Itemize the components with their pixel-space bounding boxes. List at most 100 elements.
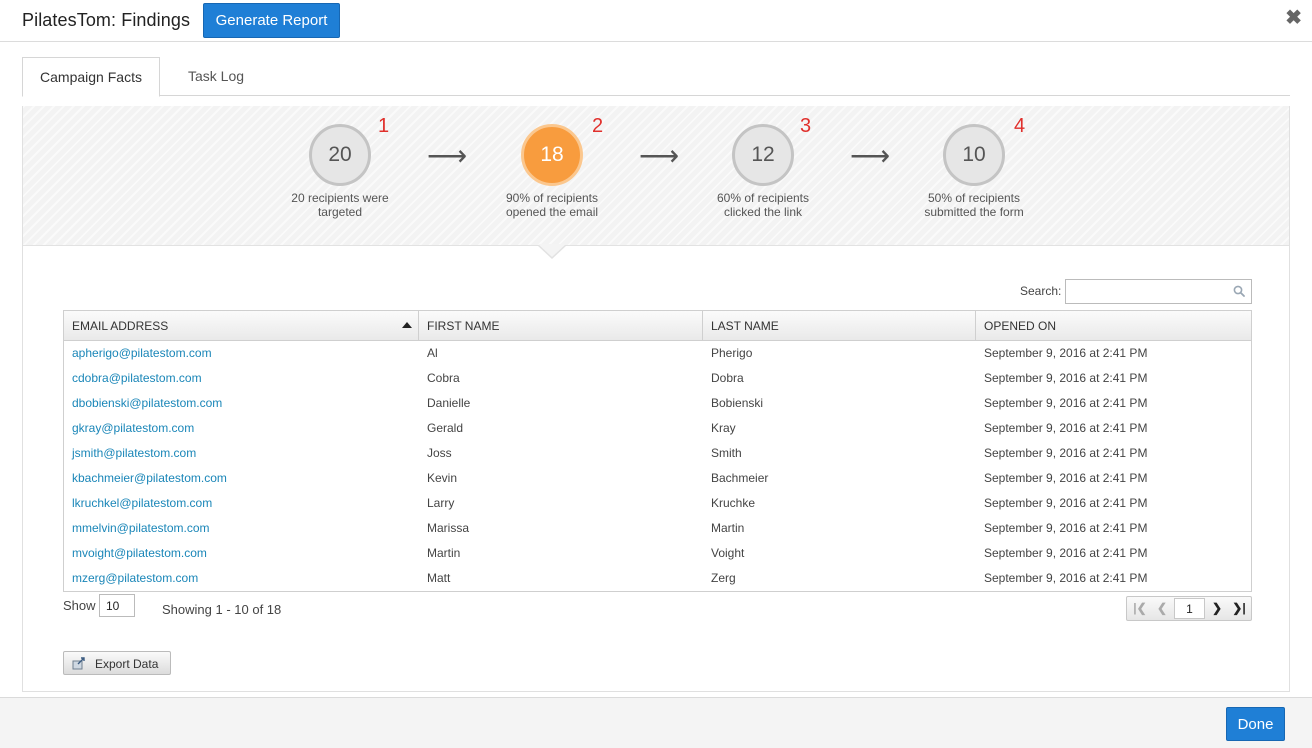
opened-on-cell: September 9, 2016 at 2:41 PM	[984, 421, 1148, 435]
email-cell[interactable]: mvoight@pilatestom.com	[64, 541, 419, 566]
first-page-icon[interactable]: |❮	[1129, 597, 1151, 620]
step-count-circle: 20	[309, 124, 371, 186]
page-size-input[interactable]	[99, 594, 135, 617]
first-name-cell: Kevin	[427, 471, 458, 485]
recipients-table: EMAIL ADDRESS FIRST NAME LAST NAME OPENE…	[63, 310, 1252, 592]
email-cell[interactable]: dbobienski@pilatestom.com	[64, 391, 419, 416]
email-cell[interactable]: mmelvin@pilatestom.com	[64, 516, 419, 541]
step-number: 1	[378, 115, 390, 137]
show-label: Show	[63, 598, 96, 613]
step-caption-line: targeted	[317, 205, 363, 219]
step-caption-line: opened the email	[505, 205, 599, 219]
table-row[interactable]: kbachmeier@pilatestom.com Kevin Bachmeier S…	[64, 466, 1251, 491]
email-cell[interactable]: gkray@pilatestom.com	[64, 416, 419, 441]
column-header-last-name[interactable]: LAST NAME	[703, 311, 976, 340]
last-name-cell: Bachmeier	[711, 471, 769, 485]
prev-page-icon[interactable]: ❮	[1151, 597, 1173, 620]
showing-count: Showing 1 - 10 of 18	[162, 602, 282, 617]
step-count-circle: 10	[943, 124, 1005, 186]
first-name-cell: Danielle	[427, 396, 471, 410]
generate-report-button[interactable]: Generate Report	[203, 3, 340, 38]
first-name-cell: Martin	[427, 546, 461, 560]
last-name-cell: Kray	[711, 421, 736, 435]
table-row[interactable]: jsmith@pilatestom.com Joss Smith September …	[64, 441, 1251, 466]
arrow-right-icon: ⟶	[427, 140, 468, 171]
first-name-cell: Larry	[427, 496, 455, 510]
email-cell[interactable]: cdobra@pilatestom.com	[64, 366, 419, 391]
arrow-right-icon: ⟶	[850, 140, 891, 171]
tab-task-log[interactable]: Task Log	[168, 57, 264, 96]
step-caption-line: clicked the link	[723, 205, 803, 219]
table-row[interactable]: dbobienski@pilatestom.com Danielle Bobiens…	[64, 391, 1251, 416]
page-number-input[interactable]	[1174, 598, 1205, 619]
arrow-right-icon: ⟶	[639, 140, 680, 171]
last-name-cell: Smith	[711, 446, 742, 460]
first-name-cell: Matt	[427, 571, 451, 585]
email-cell[interactable]: jsmith@pilatestom.com	[64, 441, 419, 466]
search-icon[interactable]	[1233, 285, 1245, 297]
search-box	[1065, 279, 1252, 304]
table-header: EMAIL ADDRESS FIRST NAME LAST NAME OPENE…	[64, 311, 1251, 341]
search-input[interactable]	[1066, 280, 1226, 303]
last-page-icon[interactable]: ❯|	[1228, 597, 1250, 620]
opened-on-cell: September 9, 2016 at 2:41 PM	[984, 496, 1148, 510]
pager: |❮ ❮ ❯ ❯|	[1126, 596, 1252, 621]
step-caption-line: 90% of recipients	[505, 191, 599, 205]
step-count-circle: 12	[732, 124, 794, 186]
table-row[interactable]: gkray@pilatestom.com Gerald Kray September …	[64, 416, 1251, 441]
email-cell[interactable]: apherigo@pilatestom.com	[64, 341, 419, 366]
table-body: apherigo@pilatestom.com Al Pherigo Septembe…	[64, 341, 1251, 591]
table-row[interactable]: lkruchkel@pilatestom.com Larry Kruchke Sept…	[64, 491, 1251, 516]
table-row[interactable]: mvoight@pilatestom.com Martin Voight Septem…	[64, 541, 1251, 566]
column-header-label: EMAIL ADDRESS	[72, 319, 169, 333]
email-cell[interactable]: kbachmeier@pilatestom.com	[64, 466, 419, 491]
table-row[interactable]: mzerg@pilatestom.com Matt Zerg September 9,…	[64, 566, 1251, 591]
step-caption-line: 20 recipients were	[291, 191, 389, 205]
first-name-cell: Joss	[427, 446, 452, 460]
step-number: 2	[592, 115, 604, 137]
last-name-cell: Zerg	[711, 571, 736, 585]
dialog-footer: Done	[0, 697, 1312, 748]
column-header-opened-on[interactable]: OPENED ON	[976, 311, 1251, 340]
export-data-button[interactable]: Export Data	[63, 651, 171, 675]
table-row[interactable]: cdobra@pilatestom.com Cobra Dobra September…	[64, 366, 1251, 391]
tab-bar: Campaign Facts Task Log	[22, 57, 1290, 97]
opened-on-cell: September 9, 2016 at 2:41 PM	[984, 471, 1148, 485]
export-label: Export Data	[95, 657, 159, 671]
dialog-title: PilatesTom: Findings	[22, 10, 191, 30]
step-caption: 20 recipients were targeted	[255, 191, 425, 219]
tab-campaign-facts[interactable]: Campaign Facts	[22, 57, 160, 97]
step-number: 3	[800, 115, 812, 137]
last-name-cell: Voight	[711, 546, 745, 560]
step-caption-line: submitted the form	[924, 205, 1024, 219]
email-cell[interactable]: mzerg@pilatestom.com	[64, 566, 419, 591]
table-row[interactable]: apherigo@pilatestom.com Al Pherigo Septembe…	[64, 341, 1251, 366]
email-cell[interactable]: lkruchkel@pilatestom.com	[64, 491, 419, 516]
column-header-first-name[interactable]: FIRST NAME	[419, 311, 703, 340]
search-label: Search:	[1020, 284, 1062, 298]
first-name-cell: Marissa	[427, 521, 470, 535]
opened-on-cell: September 9, 2016 at 2:41 PM	[984, 446, 1148, 460]
last-name-cell: Pherigo	[711, 346, 753, 360]
last-name-cell: Martin	[711, 521, 745, 535]
done-button[interactable]: Done	[1226, 707, 1285, 741]
next-page-icon[interactable]: ❯	[1206, 597, 1228, 620]
last-name-cell: Bobienski	[711, 396, 764, 410]
opened-on-cell: September 9, 2016 at 2:41 PM	[984, 396, 1148, 410]
step-count-circle: 18	[521, 124, 583, 186]
first-name-cell: Cobra	[427, 371, 460, 385]
last-name-cell: Dobra	[711, 371, 744, 385]
step-caption: 90% of recipients opened the email	[467, 191, 637, 219]
active-step-pointer	[537, 244, 567, 259]
step-caption-line: 60% of recipients	[716, 191, 810, 205]
opened-on-cell: September 9, 2016 at 2:41 PM	[984, 371, 1148, 385]
column-header-email[interactable]: EMAIL ADDRESS	[64, 311, 419, 340]
sort-ascending-icon	[402, 322, 412, 328]
step-caption-line: 50% of recipients	[927, 191, 1021, 205]
step-caption: 50% of recipients submitted the form	[889, 191, 1059, 219]
opened-on-cell: September 9, 2016 at 2:41 PM	[984, 571, 1148, 585]
close-icon[interactable]: ✖	[1285, 8, 1302, 28]
opened-on-cell: September 9, 2016 at 2:41 PM	[984, 521, 1148, 535]
table-row[interactable]: mmelvin@pilatestom.com Marissa Martin Septe…	[64, 516, 1251, 541]
first-name-cell: Al	[427, 346, 438, 360]
